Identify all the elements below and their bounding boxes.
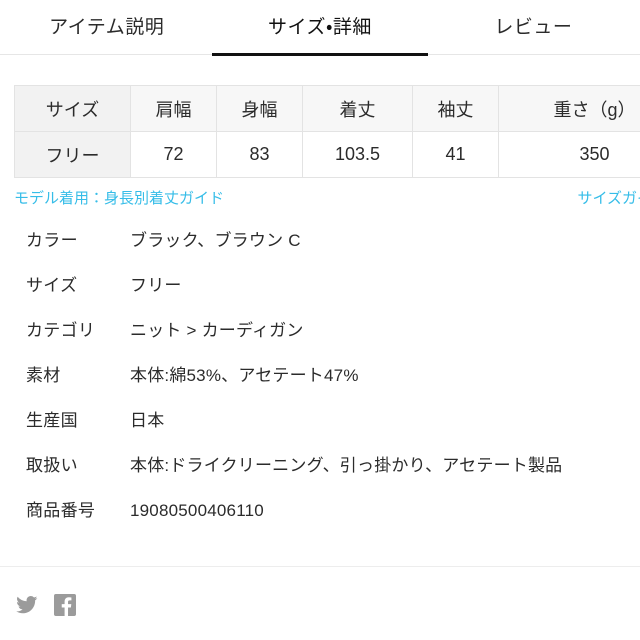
detail-label: サイズ [26, 276, 78, 295]
model-wearing-length-guide-link[interactable]: モデル着用：身長別着丈ガイド [14, 187, 224, 208]
table-header-cell: 肩幅 [130, 85, 217, 132]
detail-label: 取扱い [26, 456, 78, 475]
table-row: フリー 72 83 103.5 41 350 [14, 131, 640, 178]
tab-label: アイテム説明 [49, 16, 165, 38]
detail-label: 素材 [26, 366, 61, 385]
size-table-container: サイズ 肩幅 身幅 着丈 袖丈 重さ（g） フリー 72 83 103.5 41… [0, 85, 640, 178]
footer-divider [0, 566, 640, 567]
table-header-row: サイズ 肩幅 身幅 着丈 袖丈 重さ（g） [14, 85, 640, 132]
tab-item-description[interactable]: アイテム説明 [0, 0, 213, 55]
tab-reviews[interactable]: レビュー [427, 0, 640, 55]
detail-row-color: カラー ブラック、ブラウン C [26, 226, 640, 271]
size-guide-link[interactable]: サイズガイ [577, 187, 640, 208]
detail-row-category: カテゴリ ニット > カーディガン [26, 316, 640, 361]
detail-row-size: サイズ フリー [26, 271, 640, 316]
table-header-cell: 重さ（g） [498, 85, 640, 132]
tab-label: レビュー [494, 16, 573, 38]
detail-row-country-of-origin: 生産国 日本 [26, 406, 640, 451]
detail-label: カラー [26, 231, 78, 250]
detail-label: 商品番号 [26, 501, 96, 520]
tab-size-details[interactable]: サイズ・詳細 [211, 0, 428, 56]
size-table: サイズ 肩幅 身幅 着丈 袖丈 重さ（g） フリー 72 83 103.5 41… [14, 85, 640, 178]
detail-value: 本体:綿53%、アセテート47% [130, 366, 359, 385]
table-cell: 103.5 [302, 131, 413, 178]
detail-value: ブラック、ブラウン C [130, 231, 301, 250]
table-cell: 83 [216, 131, 303, 178]
tab-label: サイズ・詳細 [268, 16, 372, 38]
social-share-row [16, 594, 76, 616]
product-detail-list: カラー ブラック、ブラウン C サイズ フリー カテゴリ ニット > カーディガ… [0, 226, 640, 541]
table-header-cell: 身幅 [216, 85, 303, 132]
detail-value: 本体:ドライクリーニング、引っ掛かり、アセテート製品 [130, 456, 563, 475]
table-cell: 350 [498, 131, 640, 178]
detail-label: カテゴリ [26, 321, 96, 340]
detail-value: 日本 [130, 411, 165, 430]
table-cell: 41 [412, 131, 499, 178]
twitter-icon[interactable] [16, 596, 38, 614]
detail-value: ニット > カーディガン [130, 321, 304, 340]
table-header-cell: 袖丈 [412, 85, 499, 132]
product-tab-bar: アイテム説明 サイズ・詳細 レビュー [0, 0, 640, 56]
table-header-cell: サイズ [14, 85, 131, 132]
detail-row-material: 素材 本体:綿53%、アセテート47% [26, 361, 640, 406]
facebook-icon[interactable] [54, 594, 76, 616]
table-header-cell: 着丈 [302, 85, 413, 132]
detail-value: フリー [130, 276, 182, 295]
detail-value: 19080500406110 [130, 501, 264, 520]
guide-links-row: モデル着用：身長別着丈ガイド サイズガイ [0, 187, 640, 208]
detail-row-care-instructions: 取扱い 本体:ドライクリーニング、引っ掛かり、アセテート製品 [26, 451, 640, 496]
table-cell: 72 [130, 131, 217, 178]
table-cell: フリー [14, 131, 131, 178]
detail-label: 生産国 [26, 411, 78, 430]
detail-row-product-number: 商品番号 19080500406110 [26, 496, 640, 541]
active-tab-underline [211, 52, 428, 56]
